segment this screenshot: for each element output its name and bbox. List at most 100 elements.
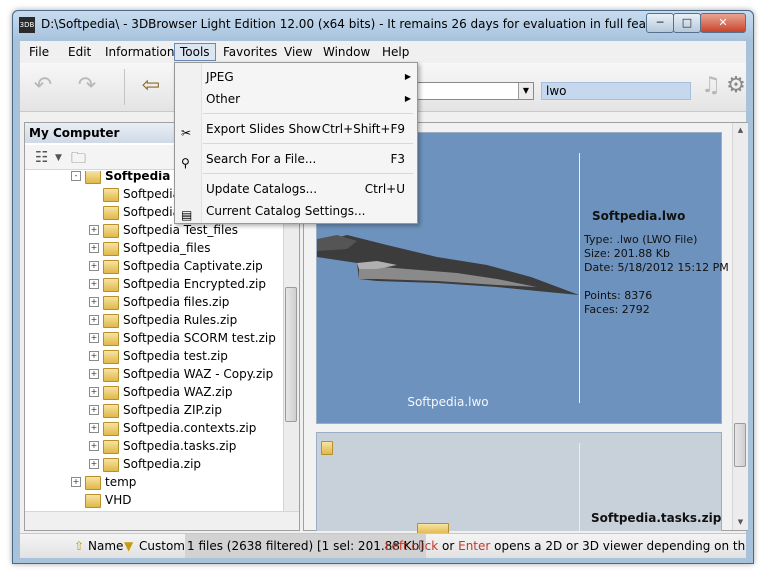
file-title: Softpedia.tasks.zip [591, 511, 722, 525]
slides-icon: ✂ [181, 126, 192, 140]
tree-item[interactable]: + Softpedia SCORM test.zip [25, 329, 283, 347]
tree-item[interactable]: VHD [25, 491, 283, 509]
expand-icon[interactable]: + [89, 243, 99, 253]
sort-up-icon[interactable]: ⇧ [74, 539, 84, 553]
sort-custom-button[interactable]: Custom [139, 539, 185, 553]
horizontal-scrollbar[interactable] [25, 511, 299, 530]
expand-icon[interactable]: + [71, 477, 81, 487]
menu-information[interactable]: Information [100, 44, 179, 60]
tree-item[interactable]: + Softpedia Encrypted.zip [25, 275, 283, 293]
folder-icon [103, 332, 119, 346]
dropdown-arrow-icon[interactable]: ▼ [55, 153, 62, 163]
close-button[interactable]: ✕ [700, 13, 746, 33]
tools-menu-item[interactable]: Update Catalogs... Ctrl+U [175, 178, 417, 200]
tools-menu-item[interactable]: Other ▶ [175, 88, 417, 110]
tree-item-label: Softpedia WAZ.zip [123, 385, 233, 399]
menu-separator [203, 143, 413, 144]
menu-view[interactable]: View [279, 44, 317, 60]
sort-name-button[interactable]: Name [88, 539, 123, 553]
tree-item[interactable]: + Softpedia test.zip [25, 347, 283, 365]
tree-item[interactable]: + Softpedia Rules.zip [25, 311, 283, 329]
hint-or: or [438, 539, 459, 553]
folder-icon [103, 368, 119, 382]
file-type: Type: .lwo (LWO File) [584, 233, 698, 246]
folder-icon [103, 296, 119, 310]
menu-tools[interactable]: Tools [174, 43, 216, 61]
folder-icon [103, 314, 119, 328]
menu-separator [203, 173, 413, 174]
chevron-right-icon: ▶ [404, 94, 411, 103]
app-icon[interactable]: 3DB [19, 17, 35, 33]
expand-icon[interactable]: + [89, 387, 99, 397]
tree-item-label: temp [105, 475, 137, 489]
menu-favorites[interactable]: Favorites [218, 44, 282, 60]
scroll-thumb[interactable] [734, 423, 746, 467]
preview-scrollbar[interactable]: ▲ ▼ [732, 123, 748, 530]
menu-edit[interactable]: Edit [63, 44, 96, 60]
back-icon[interactable]: ↶ [26, 71, 60, 101]
search-input[interactable]: lwo [541, 82, 691, 100]
file-date: Date: 5/18/2012 15:12 PM [584, 261, 729, 274]
folder-icon [103, 224, 119, 238]
tree-item[interactable]: + Softpedia WAZ - Copy.zip [25, 365, 283, 383]
music-icon[interactable]: ♫ [694, 71, 728, 101]
tree-item-label: Softpedia.tasks.zip [123, 439, 237, 453]
menu-help[interactable]: Help [377, 44, 414, 60]
new-folder-icon[interactable]: 🗀 [71, 148, 86, 173]
up-folder-icon[interactable]: ⇦ [134, 71, 168, 101]
expand-icon[interactable]: + [89, 315, 99, 325]
tools-menu-item[interactable]: ⚲ Search For a File... F3 [175, 148, 417, 170]
thumbnail-card[interactable]: Softpedia.tasks.zip [316, 432, 722, 535]
expand-icon[interactable]: + [89, 441, 99, 451]
tree-item-label: Softpedia_files [123, 241, 211, 255]
tree-item-label: Softpedia.zip [123, 457, 202, 471]
folder-icon [103, 386, 119, 400]
hint-left-click: Left click [385, 539, 439, 553]
tree-item[interactable]: + Softpedia files.zip [25, 293, 283, 311]
filter-icon[interactable]: ▼ [124, 539, 133, 553]
expand-icon[interactable]: + [89, 423, 99, 433]
minimize-button[interactable]: ─ [646, 13, 674, 33]
tools-menu-item[interactable]: ✂ Export Slides Show Ctrl+Shift+F9 [175, 118, 417, 140]
tree-item[interactable]: + Softpedia WAZ.zip [25, 383, 283, 401]
folder-icon [103, 440, 119, 454]
tools-menu-item[interactable]: ▤ Current Catalog Settings... [175, 200, 417, 222]
maximize-button[interactable]: □ [673, 13, 701, 33]
file-size: Size: 201.88 Kb [584, 247, 670, 260]
collapse-icon[interactable]: - [71, 171, 81, 181]
expand-icon[interactable]: + [89, 261, 99, 271]
title-bar[interactable]: 3DB D:\Softpedia\ - 3DBrowser Light Edit… [13, 11, 753, 39]
tree-item[interactable]: + Softpedia.tasks.zip [25, 437, 283, 455]
expand-icon[interactable]: + [89, 279, 99, 289]
tree-item[interactable]: + Softpedia.zip [25, 455, 283, 473]
zip-folder-icon [321, 441, 333, 455]
menu-window[interactable]: Window [318, 44, 375, 60]
expand-icon[interactable]: + [89, 351, 99, 361]
expand-icon[interactable]: + [89, 405, 99, 415]
menu-item-label: Update Catalogs... [206, 182, 318, 196]
settings-icon[interactable]: ⚙ [726, 71, 746, 101]
tree-item-label: Softpedia [105, 171, 171, 183]
tree-item[interactable]: + Softpedia.contexts.zip [25, 419, 283, 437]
expand-icon[interactable]: + [89, 297, 99, 307]
expand-icon[interactable]: + [89, 459, 99, 469]
menu-separator [203, 113, 413, 114]
forward-icon[interactable]: ↷ [70, 71, 104, 101]
menu-file[interactable]: File [24, 44, 54, 60]
expand-icon[interactable]: + [89, 369, 99, 379]
tree-item[interactable]: + Softpedia_files [25, 239, 283, 257]
expand-icon[interactable]: + [89, 333, 99, 343]
file-title: Softpedia.lwo [592, 209, 686, 223]
expand-icon[interactable]: + [89, 225, 99, 235]
tree-item-label: Softpedia files.zip [123, 295, 230, 309]
tree-item[interactable]: + Softpedia ZIP.zip [25, 401, 283, 419]
tree-item-label: Softpedia [123, 205, 180, 219]
tree-item[interactable]: + Softpedia Captivate.zip [25, 257, 283, 275]
tree-view-icon[interactable]: ☷ [35, 148, 48, 166]
chevron-down-icon[interactable]: ▼ [518, 83, 533, 99]
scroll-up-icon[interactable]: ▲ [733, 123, 748, 138]
scroll-thumb[interactable] [285, 287, 297, 422]
tree-item[interactable]: + temp [25, 473, 283, 491]
scroll-down-icon[interactable]: ▼ [733, 515, 748, 530]
tools-menu-item[interactable]: JPEG ▶ [175, 66, 417, 88]
